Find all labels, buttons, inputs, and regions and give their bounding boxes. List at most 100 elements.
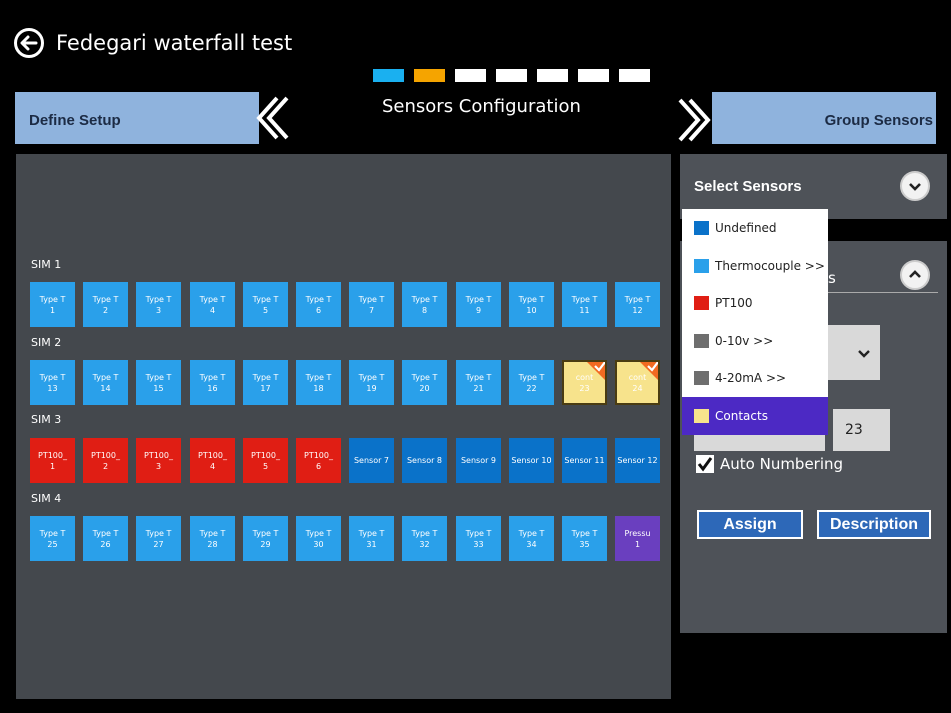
expand-select-sensors-button[interactable] (900, 171, 930, 201)
menu-item-pt100[interactable]: PT100 (682, 284, 828, 322)
sensor-tile[interactable]: Type T 25 (30, 516, 75, 561)
sensor-name: Type T (39, 372, 66, 382)
sensor-number: 5 (262, 305, 269, 315)
sensor-tile[interactable]: Type T 13 (30, 360, 75, 405)
sensor-tile[interactable]: Type T 20 (402, 360, 447, 405)
auto-numbering-toggle[interactable]: Auto Numbering (696, 455, 843, 473)
description-button[interactable]: Description (817, 510, 931, 539)
sensor-tile[interactable]: Type T 35 (562, 516, 607, 561)
step-marker-7 (619, 69, 650, 82)
sensor-tile[interactable]: Type T 12 (615, 282, 660, 327)
sensor-name: Type T (252, 372, 279, 382)
sensor-tile[interactable]: Type T1 (30, 282, 75, 327)
checkmark-icon (697, 457, 713, 472)
chevron-left-icon[interactable] (253, 96, 289, 140)
sensor-tile[interactable]: Type T 22 (509, 360, 554, 405)
sensor-tile[interactable]: Type T 18 (296, 360, 341, 405)
menu-item-undefined[interactable]: Undefined (682, 209, 828, 247)
sensor-name: Type T (305, 294, 332, 304)
sensor-tile[interactable]: Type T3 (136, 282, 181, 327)
sim-label: SIM 1 (31, 258, 62, 271)
sensor-tile[interactable]: Type T9 (456, 282, 501, 327)
sensor-tile[interactable]: Type T 14 (83, 360, 128, 405)
type-dropdown[interactable] (828, 325, 880, 380)
sensor-tile[interactable]: Type T4 (190, 282, 235, 327)
chevron-right-icon[interactable] (678, 98, 714, 142)
sensor-number: 10 (526, 305, 537, 315)
menu-item-zero_ten_v[interactable]: 0-10v >> (682, 322, 828, 360)
sensor-name: Type T (252, 294, 279, 304)
step-indicator (373, 69, 650, 82)
sensor-tile[interactable]: Type T 10 (509, 282, 554, 327)
sensor-number: 21 (473, 383, 484, 393)
sensor-tile[interactable]: Type T 34 (509, 516, 554, 561)
sensor-number: 17 (260, 383, 271, 393)
sensor-tile[interactable]: PT100_ 1 (30, 438, 75, 483)
sensor-name: Type T (92, 528, 119, 538)
sensor-tile[interactable]: Type T 21 (456, 360, 501, 405)
sensor-tile[interactable]: cont 24 (615, 360, 660, 405)
color-swatch (694, 333, 709, 348)
sensor-tile[interactable]: Type T 33 (456, 516, 501, 561)
sensor-tile[interactable]: Pressu 1 (615, 516, 660, 561)
back-button[interactable] (14, 28, 44, 58)
start-number-input[interactable]: 23 (833, 409, 890, 451)
next-step-label: Group Sensors (824, 112, 933, 129)
sensor-tile[interactable]: Type T6 (296, 282, 341, 327)
sensor-tile[interactable]: cont 23 (562, 360, 607, 405)
sensor-number: 34 (526, 539, 537, 549)
menu-item-thermocouple[interactable]: Thermocouple >> (682, 247, 828, 285)
sensor-number: 22 (526, 383, 537, 393)
sensor-tile[interactable]: Type T 28 (190, 516, 235, 561)
menu-item-contacts[interactable]: Contacts (682, 396, 828, 435)
sensor-tile[interactable]: Sensor 7 (349, 438, 394, 483)
sensor-tile[interactable]: Type T 26 (83, 516, 128, 561)
sensor-tile[interactable]: Sensor 9 (456, 438, 501, 483)
sensor-number: 1 (49, 461, 56, 471)
sensor-tile[interactable]: Type T 30 (296, 516, 341, 561)
sensor-tile[interactable]: Type T 27 (136, 516, 181, 561)
collapse-section-button[interactable] (900, 260, 930, 290)
assign-button[interactable]: Assign (697, 510, 803, 539)
sensor-tile[interactable]: Type T 19 (349, 360, 394, 405)
sensor-name: Type T (145, 528, 172, 538)
sensor-tile[interactable]: Type T 17 (243, 360, 288, 405)
sensor-number: 12 (632, 305, 643, 315)
sensor-tile[interactable]: PT100_ 2 (83, 438, 128, 483)
sensor-tile[interactable]: Type T 16 (190, 360, 235, 405)
sensor-number: 16 (207, 383, 218, 393)
sensor-tile[interactable]: PT100_ 4 (190, 438, 235, 483)
sensor-tile[interactable]: Type T 15 (136, 360, 181, 405)
sensor-name: PT100_ (251, 450, 280, 460)
sensor-tile[interactable]: Sensor 8 (402, 438, 447, 483)
sensor-name: Sensor 10 (511, 456, 552, 465)
sensor-number: 33 (473, 539, 484, 549)
sensor-tile[interactable]: Type T 32 (402, 516, 447, 561)
sensor-tile[interactable]: PT100_ 6 (296, 438, 341, 483)
sensor-number: 35 (579, 539, 590, 549)
sensor-name: Type T (465, 372, 492, 382)
sensor-tile[interactable]: Type T 11 (562, 282, 607, 327)
sensor-number: 30 (313, 539, 324, 549)
sensor-tile[interactable]: Type T 29 (243, 516, 288, 561)
previous-step-button[interactable]: Define Setup (15, 92, 259, 144)
sensor-tile[interactable]: Type T5 (243, 282, 288, 327)
sensor-tile[interactable]: Type T8 (402, 282, 447, 327)
chevron-down-icon (909, 183, 921, 191)
next-step-button[interactable]: Group Sensors (712, 92, 936, 144)
sensor-name: Type T (145, 372, 172, 382)
sensor-name: Sensor 7 (353, 456, 390, 465)
sensor-tile[interactable]: Sensor 11 (562, 438, 607, 483)
sensor-tile[interactable]: Sensor 10 (509, 438, 554, 483)
sensor-number: 8 (421, 305, 428, 315)
sensor-number: 24 (632, 383, 643, 393)
sensor-tile[interactable]: PT100_ 5 (243, 438, 288, 483)
sensor-tile[interactable]: Type T 31 (349, 516, 394, 561)
sensor-tile[interactable]: Sensor 12 (615, 438, 660, 483)
sensor-tile[interactable]: Type T2 (83, 282, 128, 327)
sensor-tile[interactable]: Type T7 (349, 282, 394, 327)
menu-item-four_twenty_ma[interactable]: 4-20mA >> (682, 359, 828, 397)
sensor-tile[interactable]: PT100_ 3 (136, 438, 181, 483)
select-sensors-label: Select Sensors (694, 178, 802, 195)
auto-numbering-checkbox[interactable] (696, 455, 714, 473)
